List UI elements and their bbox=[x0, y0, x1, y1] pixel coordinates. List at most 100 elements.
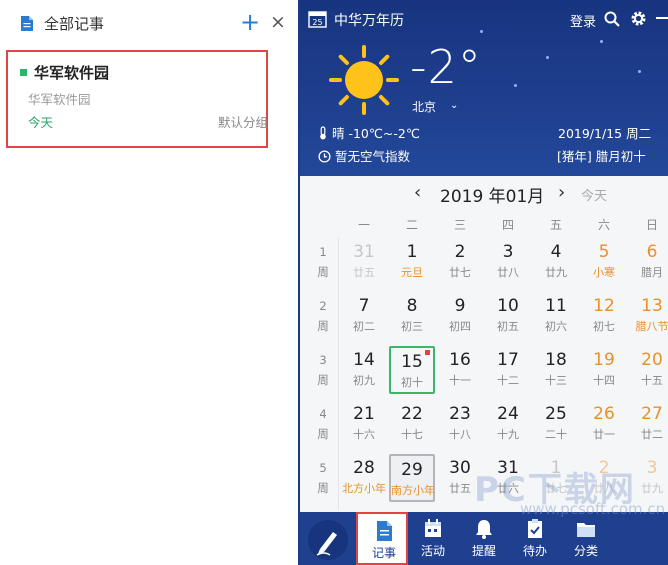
day-cell[interactable]: 25 二十 bbox=[533, 400, 579, 448]
lunar-label: 十一 bbox=[449, 374, 471, 387]
weekday-label: 日 bbox=[645, 218, 658, 232]
note-item[interactable]: 华军软件园 华军软件园 今天 默认分组 bbox=[6, 50, 268, 148]
day-number: 1 bbox=[406, 242, 418, 262]
day-cell[interactable]: 28 北方小年 bbox=[341, 454, 387, 502]
close-button[interactable]: × bbox=[270, 10, 286, 34]
week-number-value: 4 bbox=[319, 407, 327, 421]
lunar-label: 十五 bbox=[641, 374, 663, 387]
day-cell[interactable]: 27 廿二 bbox=[629, 400, 668, 448]
minimize-icon[interactable] bbox=[656, 17, 668, 19]
notes-header: 全部记事 + × bbox=[0, 0, 298, 46]
notes-title: 全部记事 bbox=[44, 15, 105, 33]
tab-folder[interactable]: 分类 bbox=[560, 512, 612, 565]
next-month-button[interactable]: › bbox=[558, 182, 565, 203]
day-cell[interactable]: 1 廿七 bbox=[533, 454, 579, 502]
day-cell[interactable]: 16 十一 bbox=[437, 346, 483, 394]
note-summary: 华军软件园 bbox=[28, 92, 91, 107]
weather-condition-text: 晴 -10℃~-2℃ bbox=[332, 126, 420, 141]
gear-icon[interactable] bbox=[630, 10, 647, 27]
day-number: 31 bbox=[497, 458, 519, 478]
week-number: 5周 bbox=[312, 458, 334, 498]
day-number: 20 bbox=[641, 350, 663, 370]
chevron-down-icon[interactable]: ⌄ bbox=[450, 100, 458, 111]
lunar-label: 小寒 bbox=[593, 266, 615, 279]
tab-note[interactable]: 记事 bbox=[356, 512, 408, 565]
weekday-label: 五 bbox=[549, 218, 562, 232]
star-decoration bbox=[480, 30, 483, 33]
note-group: 默认分组 bbox=[217, 115, 268, 130]
tab-todo[interactable]: 待办 bbox=[509, 512, 561, 565]
lunar-label: 十六 bbox=[353, 428, 375, 441]
note-title: 华军软件园 bbox=[34, 64, 110, 82]
day-cell[interactable]: 23 十八 bbox=[437, 400, 483, 448]
day-number: 12 bbox=[593, 296, 615, 316]
day-cell[interactable]: 6 腊月 bbox=[629, 238, 668, 286]
week-number-value: 2 bbox=[319, 299, 327, 313]
week-number-value: 1 bbox=[319, 245, 327, 259]
day-cell[interactable]: 14 初九 bbox=[341, 346, 387, 394]
day-number: 17 bbox=[497, 350, 519, 370]
tab-calendar[interactable]: 活动 bbox=[407, 512, 459, 565]
prev-month-button[interactable]: ‹ bbox=[414, 182, 421, 203]
day-cell[interactable]: 21 十六 bbox=[341, 400, 387, 448]
add-note-button[interactable]: + bbox=[240, 8, 260, 36]
lunar-date: [猪年] 腊月初十 bbox=[557, 149, 646, 164]
tab-label: 记事 bbox=[371, 546, 396, 560]
lunar-label: 初五 bbox=[497, 320, 519, 333]
lunar-label: 初九 bbox=[353, 374, 375, 387]
day-cell[interactable]: 20 十五 bbox=[629, 346, 668, 394]
day-cell[interactable]: 3 廿八 bbox=[485, 238, 531, 286]
day-cell[interactable]: 9 初四 bbox=[437, 292, 483, 340]
day-cell[interactable]: 1 元旦 bbox=[389, 238, 435, 286]
day-cell[interactable]: 26 廿一 bbox=[581, 400, 627, 448]
day-cell[interactable]: 30 廿五 bbox=[437, 454, 483, 502]
star-decoration bbox=[638, 70, 641, 73]
pen-logo-icon[interactable] bbox=[306, 518, 350, 562]
day-cell[interactable]: 7 初二 bbox=[341, 292, 387, 340]
bottom-tabbar: 记事 活动 提醒 待办 分类 bbox=[300, 512, 668, 565]
day-cell[interactable]: 22 十七 bbox=[389, 400, 435, 448]
week-number-value: 5 bbox=[319, 461, 327, 475]
temperature: -2° bbox=[410, 40, 482, 94]
day-cell[interactable]: 10 初五 bbox=[485, 292, 531, 340]
city-selector[interactable]: 北京 bbox=[412, 98, 436, 115]
lunar-label: 腊月 bbox=[641, 266, 663, 279]
day-cell[interactable]: 29 南方小年 bbox=[389, 454, 435, 502]
day-number: 13 bbox=[641, 296, 663, 316]
day-number: 14 bbox=[353, 350, 375, 370]
thermometer-icon bbox=[320, 126, 326, 140]
day-cell[interactable]: 24 十九 bbox=[485, 400, 531, 448]
lunar-label: 初七 bbox=[593, 320, 615, 333]
day-cell[interactable]: 19 十四 bbox=[581, 346, 627, 394]
day-cell[interactable]: 4 廿九 bbox=[533, 238, 579, 286]
day-cell[interactable]: 8 初三 bbox=[389, 292, 435, 340]
day-cell[interactable]: 2 廿八 bbox=[581, 454, 627, 502]
month-title[interactable]: 2019 年01月 bbox=[440, 182, 544, 207]
day-cell[interactable]: 17 十二 bbox=[485, 346, 531, 394]
lunar-label: 初十 bbox=[401, 376, 423, 389]
lunar-label: 十七 bbox=[401, 428, 423, 441]
weekday-label: 三 bbox=[453, 218, 466, 232]
week-number-value: 3 bbox=[319, 353, 327, 367]
day-cell[interactable]: 11 初六 bbox=[533, 292, 579, 340]
day-number: 21 bbox=[353, 404, 375, 424]
day-number: 7 bbox=[358, 296, 370, 316]
today-button[interactable]: 今天 bbox=[581, 185, 607, 204]
day-cell[interactable]: 31 廿五 bbox=[341, 238, 387, 286]
day-cell[interactable]: 18 十三 bbox=[533, 346, 579, 394]
search-icon[interactable] bbox=[604, 11, 620, 27]
week-column-divider bbox=[338, 238, 339, 510]
lunar-label: 初二 bbox=[353, 320, 375, 333]
day-cell[interactable]: 31 廿六 bbox=[485, 454, 531, 502]
tab-bell[interactable]: 提醒 bbox=[458, 512, 510, 565]
day-cell[interactable]: 12 初七 bbox=[581, 292, 627, 340]
lunar-label: 十四 bbox=[593, 374, 615, 387]
day-cell[interactable]: 13 腊八节 bbox=[629, 292, 668, 340]
day-number: 1 bbox=[550, 458, 562, 478]
day-cell[interactable]: 3 廿九 bbox=[629, 454, 668, 502]
day-number: 30 bbox=[449, 458, 471, 478]
day-cell-today[interactable]: 15 初十 bbox=[389, 346, 435, 394]
day-cell[interactable]: 2 廿七 bbox=[437, 238, 483, 286]
day-cell[interactable]: 5 小寒 bbox=[581, 238, 627, 286]
login-button[interactable]: 登录 bbox=[570, 11, 596, 30]
